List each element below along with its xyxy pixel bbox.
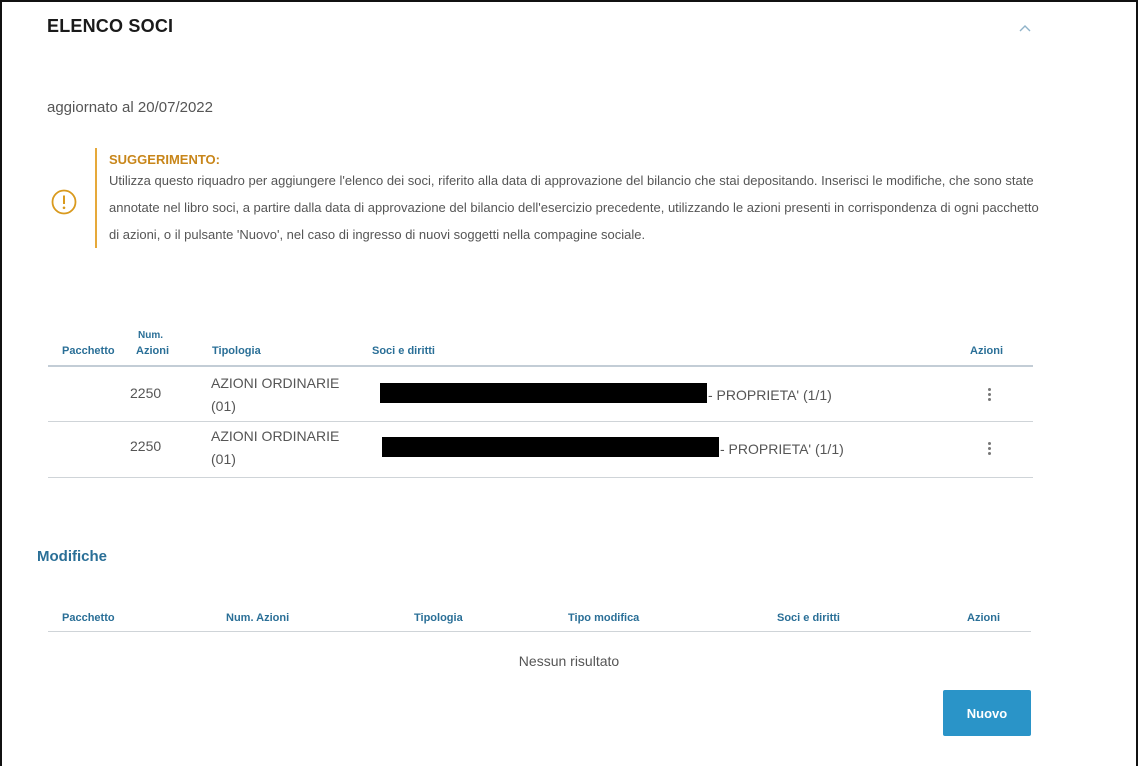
mod-col-num-azioni: Num. Azioni bbox=[226, 612, 290, 624]
redacted-name bbox=[380, 383, 707, 403]
col-azioni: Azioni bbox=[970, 345, 1003, 357]
row1-tipologia: AZIONI ORDINARIE bbox=[211, 375, 340, 391]
empty-state: Nessun risultato bbox=[518, 653, 620, 669]
page-title: ELENCO SOCI bbox=[47, 16, 174, 36]
hint-box: SUGGERIMENTO: Utilizza questo riquadro p… bbox=[95, 148, 1059, 248]
col-num-line2: Azioni bbox=[136, 345, 169, 357]
col-num-line1: Num. bbox=[138, 330, 163, 341]
row1-num-azioni: 2250 bbox=[130, 385, 162, 401]
row2-tipologia-code: (01) bbox=[211, 451, 236, 467]
col-soci-diritti: Soci e diritti bbox=[372, 345, 435, 357]
row-divider bbox=[48, 421, 1033, 422]
header-divider bbox=[48, 365, 1033, 367]
modifiche-title: Modifiche bbox=[37, 548, 107, 565]
row-divider bbox=[48, 477, 1033, 478]
mod-col-azioni: Azioni bbox=[967, 612, 1000, 624]
exclamation-circle-icon bbox=[51, 189, 77, 215]
row2-tipologia: AZIONI ORDINARIE bbox=[211, 428, 340, 444]
hint-text: Utilizza questo riquadro per aggiungere … bbox=[109, 173, 1039, 242]
col-tipologia: Tipologia bbox=[212, 345, 261, 357]
mod-col-soci-diritti: Soci e diritti bbox=[777, 612, 840, 624]
row2-num-azioni: 2250 bbox=[130, 438, 162, 454]
col-pacchetto: Pacchetto bbox=[62, 345, 115, 357]
nuovo-button[interactable]: Nuovo bbox=[943, 690, 1031, 736]
row1-diritti: - PROPRIETA' (1/1) bbox=[708, 387, 832, 403]
mod-col-pacchetto: Pacchetto bbox=[62, 612, 115, 624]
updated-date: aggiornato al 20/07/2022 bbox=[47, 99, 213, 116]
row2-diritti: - PROPRIETA' (1/1) bbox=[720, 441, 844, 457]
mod-col-tipo-modifica: Tipo modifica bbox=[568, 612, 640, 624]
hint-title: SUGGERIMENTO: bbox=[109, 152, 220, 167]
mod-header-divider bbox=[48, 631, 1031, 632]
redacted-name bbox=[382, 437, 719, 457]
chevron-up-icon[interactable] bbox=[1018, 22, 1032, 36]
row1-actions-icon[interactable] bbox=[988, 388, 992, 403]
row2-actions-icon[interactable] bbox=[988, 442, 992, 457]
row1-tipologia-code: (01) bbox=[211, 398, 236, 414]
mod-col-tipologia: Tipologia bbox=[414, 612, 463, 624]
